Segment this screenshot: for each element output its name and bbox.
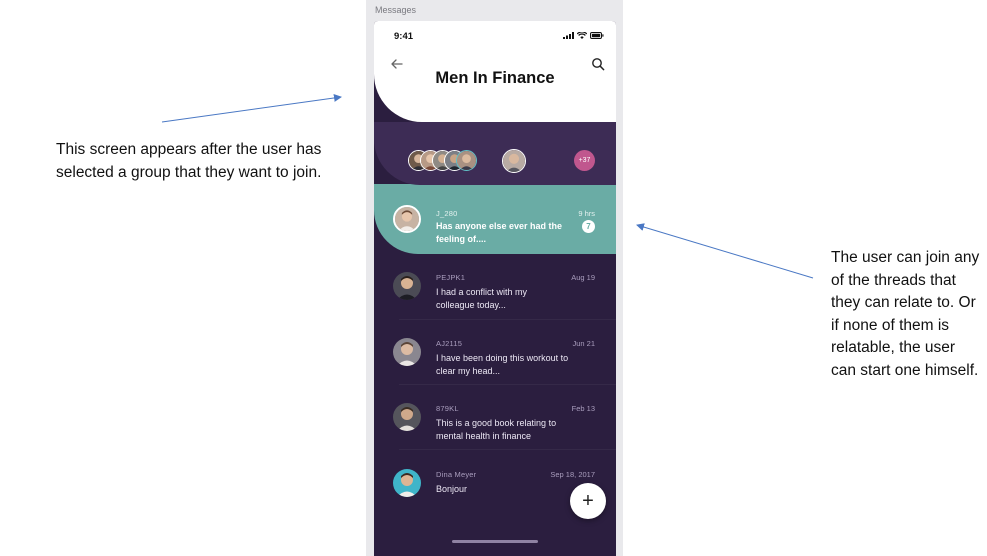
- group-header: 9:41 Men In Finance: [374, 21, 616, 122]
- thread-username: AJ2115: [436, 339, 463, 348]
- thread-date: Jun 21: [572, 339, 595, 348]
- thread-message: This is a good book relating to mental h…: [436, 418, 557, 441]
- thread-date: Sep 18, 2017: [550, 470, 595, 479]
- thread-item[interactable]: PEJPK1 Aug 19 I had a conflict with my c…: [374, 256, 616, 328]
- thread-date: 9 hrs: [578, 209, 595, 218]
- phone-screen: 9:41 Men In Finance +37 J_280 9 hrs Has …: [374, 21, 616, 556]
- thread-avatar: [393, 205, 421, 233]
- wifi-icon: [577, 32, 587, 39]
- thread-divider: [399, 449, 616, 450]
- artboard-label: Messages: [375, 5, 417, 15]
- thread-item[interactable]: J_280 9 hrs Has anyone else ever had the…: [374, 184, 616, 254]
- group-title: Men In Finance: [435, 69, 555, 87]
- status-icons: [563, 32, 604, 39]
- members-row[interactable]: +37: [374, 122, 616, 185]
- thread-date: Aug 19: [571, 273, 595, 282]
- thread-username: Dina Meyer: [436, 470, 477, 479]
- thread-avatar: [393, 469, 421, 497]
- new-thread-button[interactable]: +: [570, 483, 606, 519]
- thread-message: I had a conflict with my colleague today…: [436, 287, 528, 310]
- signal-icon: [563, 32, 574, 39]
- status-time: 9:41: [394, 31, 414, 42]
- thread-avatar: [393, 338, 421, 366]
- thread-date: Feb 13: [571, 404, 595, 413]
- thread-avatar: [393, 403, 421, 431]
- unread-count-badge: 7: [582, 220, 595, 233]
- member-avatar: [456, 150, 477, 171]
- member-count-badge[interactable]: +37: [574, 150, 595, 171]
- right-annotation: The user can join any of the threads tha…: [831, 249, 980, 379]
- thread-message: Has anyone else ever had the feeling of.…: [436, 221, 563, 244]
- home-indicator: [452, 540, 538, 543]
- battery-icon: [590, 32, 604, 39]
- thread-divider: [399, 384, 616, 385]
- thread-divider: [399, 319, 616, 320]
- thread-username: 879KL: [436, 404, 459, 413]
- left-annotation: This screen appears after the user has s…: [56, 141, 322, 181]
- thread-message: Bonjour: [436, 484, 468, 494]
- thread-message: I have been doing this workout to clear …: [436, 353, 569, 376]
- thread-item[interactable]: 879KL Feb 13 This is a good book relatin…: [374, 386, 616, 458]
- thread-username: PEJPK1: [436, 273, 466, 282]
- thread-item[interactable]: AJ2115 Jun 21 I have been doing this wor…: [374, 321, 616, 393]
- thread-avatar: [393, 272, 421, 300]
- member-avatar: [502, 149, 526, 173]
- thread-username: J_280: [436, 209, 458, 218]
- left-annotation-arrow: [161, 94, 342, 123]
- right-annotation-arrow: [636, 223, 814, 279]
